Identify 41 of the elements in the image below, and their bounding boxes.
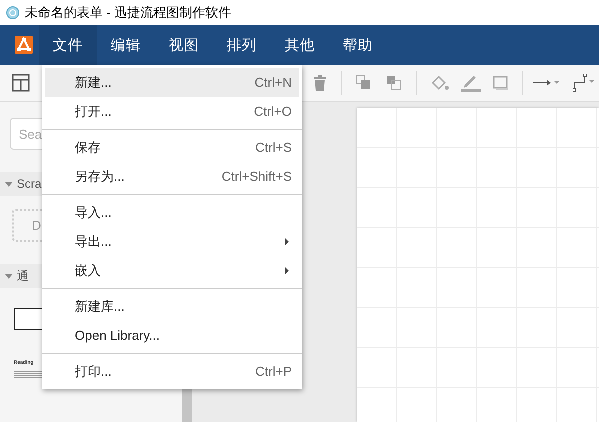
option-label: 打印... xyxy=(75,362,113,380)
menu-option[interactable]: 保存 Ctrl+S xyxy=(45,133,299,162)
menu-option[interactable]: 新建库... xyxy=(45,292,299,321)
trash-icon xyxy=(313,75,327,91)
panel-layout-icon xyxy=(12,74,30,92)
option-label: 保存 xyxy=(75,138,102,156)
shadow-icon xyxy=(493,76,509,90)
waypoint-icon xyxy=(573,74,595,92)
option-label: 另存为... xyxy=(75,168,126,186)
menu-item[interactable]: 排列 xyxy=(213,25,271,65)
section-title: Scra xyxy=(17,177,42,191)
send-to-back-icon xyxy=(386,75,402,91)
menu-option[interactable]: 打印... Ctrl+P xyxy=(45,357,299,386)
menu-option[interactable]: 新建... Ctrl+N xyxy=(45,68,299,97)
option-label: 新建... xyxy=(75,74,113,92)
bring-to-front-icon xyxy=(356,75,372,91)
shortcut-label: Ctrl+S xyxy=(256,140,292,155)
menu-item[interactable]: 文件 xyxy=(39,25,97,65)
option-label: 打开... xyxy=(75,102,113,120)
section-title: 通 xyxy=(17,268,29,284)
menu-item[interactable]: 帮助 xyxy=(329,25,387,65)
shortcut-label: Ctrl+O xyxy=(254,104,292,119)
menu-item[interactable]: 其他 xyxy=(271,25,329,65)
menu-item[interactable]: 视图 xyxy=(155,25,213,65)
logo-icon xyxy=(15,36,33,54)
option-label: 嵌入 xyxy=(75,262,102,280)
menu-option[interactable]: 打开... Ctrl+O xyxy=(45,97,299,126)
shortcut-label: Ctrl+P xyxy=(256,364,292,379)
menu-option[interactable]: 另存为... Ctrl+Shift+S xyxy=(45,162,299,191)
app-icon xyxy=(6,6,20,20)
shortcut-label: Ctrl+Shift+S xyxy=(222,169,292,184)
window-title: 未命名的表单 - 迅捷流程图制作软件 xyxy=(25,4,232,22)
shortcut-label: Ctrl+N xyxy=(254,75,292,90)
paint-bucket-icon xyxy=(431,75,449,91)
pencil-icon xyxy=(461,74,481,92)
menu-item[interactable]: 编辑 xyxy=(97,25,155,65)
arrow-connector-icon xyxy=(533,77,561,89)
option-label: Open Library... xyxy=(75,328,162,343)
menu-option[interactable]: Open Library... xyxy=(45,321,299,350)
menu-option[interactable]: 嵌入 xyxy=(45,256,299,285)
option-label: 新建库... xyxy=(75,298,126,316)
